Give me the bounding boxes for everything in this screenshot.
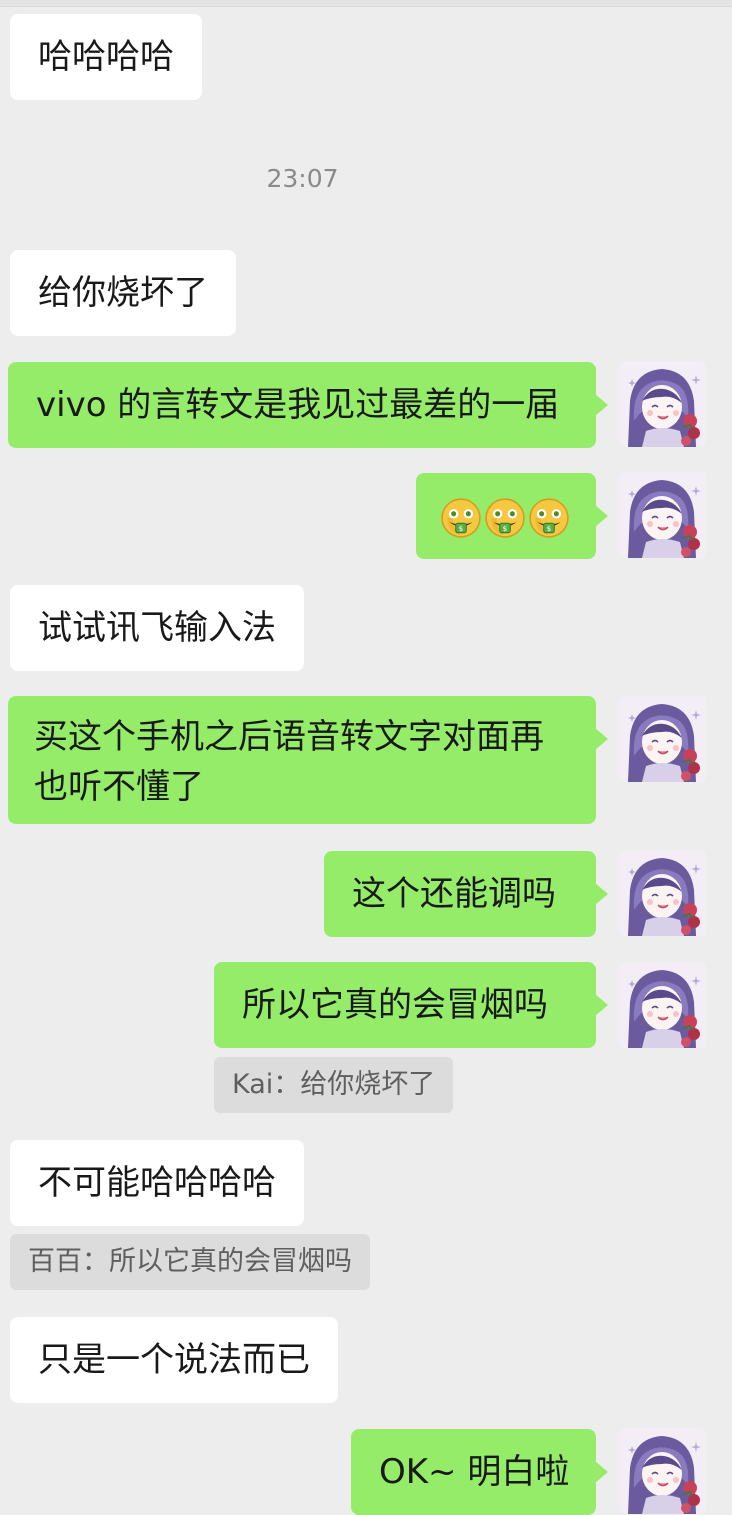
avatar[interactable] (620, 696, 706, 782)
money-mouth-face-icon (440, 497, 482, 539)
message-bubble-outgoing[interactable]: 买这个手机之后语音转文字对面再也听不懂了 (8, 696, 608, 824)
message-bubble-incoming[interactable]: 给你烧坏了 (10, 250, 236, 336)
message-text: 不可能哈哈哈哈 (38, 1163, 276, 1203)
message-text: 哈哈哈哈 (38, 37, 174, 77)
quoted-message[interactable]: Kai：给你烧坏了 (214, 1057, 454, 1113)
message-text: 试试讯飞输入法 (38, 608, 276, 648)
avatar[interactable] (620, 472, 706, 558)
message-text: vivo 的言转文是我见过最差的一届 (36, 385, 560, 425)
message-bubble-incoming[interactable]: 只是一个说法而已 (10, 1317, 338, 1403)
message-text: 给你烧坏了 (38, 273, 208, 313)
message-text: 这个还能调吗 (352, 874, 556, 914)
avatar[interactable] (620, 962, 706, 1048)
money-mouth-face-icon (528, 497, 570, 539)
message-bubble-outgoing[interactable] (416, 473, 608, 559)
message-bubble-outgoing[interactable]: vivo 的言转文是我见过最差的一届 (8, 362, 608, 448)
message-text: 所以它真的会冒烟吗 (242, 985, 548, 1025)
message-bubble-outgoing[interactable]: 所以它真的会冒烟吗 (214, 962, 608, 1048)
message-bubble-outgoing[interactable]: 这个还能调吗 (324, 851, 608, 937)
message-bubble-outgoing[interactable]: OK~ 明白啦 (351, 1429, 608, 1515)
avatar[interactable] (620, 850, 706, 936)
message-text: 只是一个说法而已 (38, 1340, 310, 1380)
avatar[interactable] (620, 361, 706, 447)
chat-area[interactable]: 哈哈哈哈 23:07 给你烧坏了 vivo 的言转文是我见过最差的一届 试试讯飞… (0, 0, 732, 1515)
emoji-group (440, 497, 570, 539)
quoted-message[interactable]: 百百：所以它真的会冒烟吗 (10, 1234, 370, 1290)
timestamp: 23:07 (266, 164, 339, 193)
money-mouth-face-icon (484, 497, 526, 539)
top-divider (0, 0, 732, 7)
message-text: 买这个手机之后语音转文字对面再也听不懂了 (34, 717, 544, 807)
message-text: OK~ 明白啦 (379, 1452, 570, 1492)
quoted-text: Kai：给你烧坏了 (232, 1069, 436, 1100)
quoted-text: 百百：所以它真的会冒烟吗 (28, 1246, 352, 1277)
message-bubble-incoming[interactable]: 不可能哈哈哈哈 (10, 1140, 304, 1226)
avatar[interactable] (620, 1428, 706, 1514)
message-bubble-incoming[interactable]: 试试讯飞输入法 (10, 585, 304, 671)
message-bubble-incoming[interactable]: 哈哈哈哈 (10, 14, 202, 100)
